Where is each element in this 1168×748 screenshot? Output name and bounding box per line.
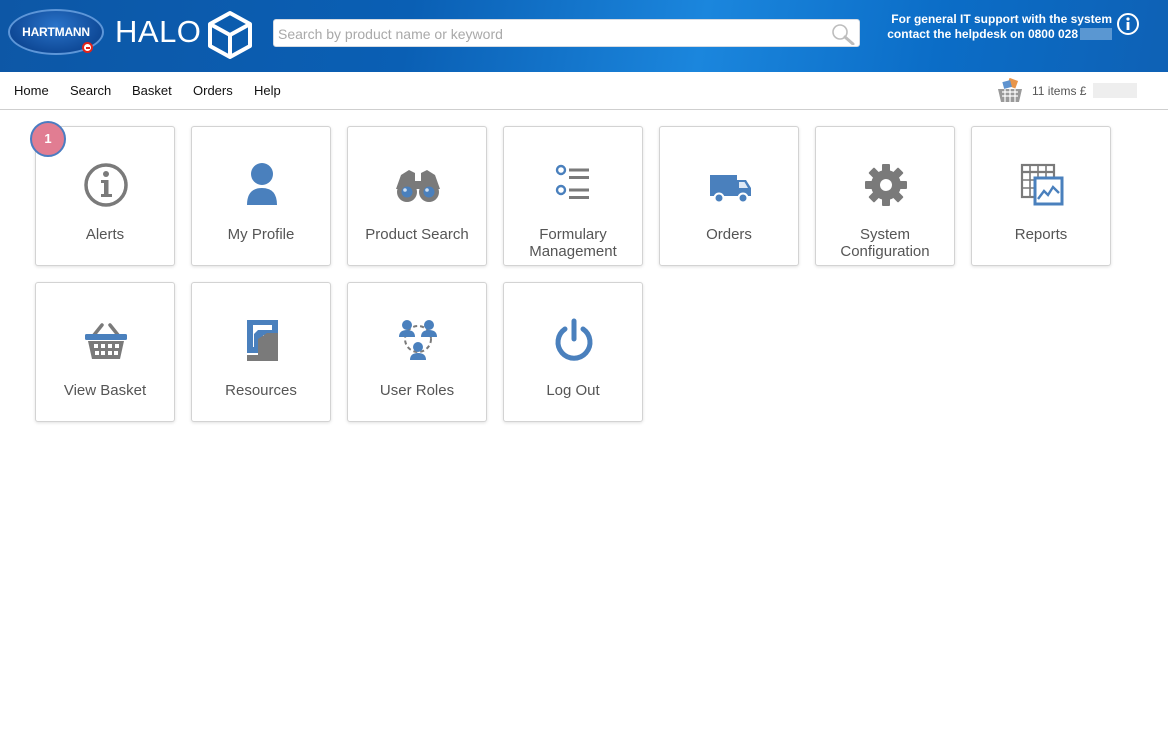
nav-basket[interactable]: Basket (132, 83, 172, 98)
redacted-phone (1080, 28, 1112, 40)
nav-home[interactable]: Home (14, 83, 49, 98)
tile-label-reports: Reports (1014, 226, 1068, 243)
user-roles-icon (399, 320, 437, 360)
info-circle-icon (84, 163, 128, 207)
tile-label-formulary-line2: Management (529, 243, 617, 260)
basket-icon (998, 78, 1022, 102)
tile-label-user-roles: User Roles (379, 382, 455, 399)
alerts-count-badge: 1 (30, 121, 66, 157)
redacted-basket-total (1093, 83, 1137, 98)
gear-icon (865, 164, 907, 206)
logo-cross-icon (82, 42, 93, 53)
tile-orders[interactable]: Orders (659, 126, 799, 266)
app-header: HARTMANN HALO For general IT support wit… (0, 0, 1168, 72)
search-input[interactable] (278, 24, 818, 44)
support-line-1: For general IT support with the system (891, 12, 1112, 26)
tile-label-alerts: Alerts (85, 226, 125, 243)
resources-book-icon (247, 320, 278, 361)
basket-icon (85, 323, 127, 359)
tile-product-search[interactable]: Product Search (347, 126, 487, 266)
support-phone: contact the helpdesk on 0800 028 (887, 27, 1078, 41)
tile-resources[interactable]: Resources (191, 282, 331, 422)
search-icon[interactable] (831, 23, 855, 45)
support-info: For general IT support with the system c… (868, 12, 1112, 42)
halo-cube-icon (208, 11, 252, 59)
tile-formulary-management[interactable]: Formulary Management (503, 126, 643, 266)
power-icon (555, 318, 593, 361)
tile-label-orders: Orders (706, 226, 752, 243)
tile-label-system-line2: Configuration (840, 243, 930, 260)
tile-label-log-out: Log Out (546, 382, 600, 399)
tile-user-roles[interactable]: User Roles (347, 282, 487, 422)
list-icon (555, 164, 589, 199)
tile-label-resources: Resources (225, 382, 297, 399)
tile-label-view-basket: View Basket (63, 382, 147, 399)
hartmann-logo[interactable]: HARTMANN (8, 9, 104, 55)
logo-text: HARTMANN (22, 25, 90, 39)
tile-label-my-profile: My Profile (227, 226, 295, 243)
tile-my-profile[interactable]: My Profile (191, 126, 331, 266)
binoculars-icon (396, 170, 440, 202)
nav-help[interactable]: Help (254, 83, 281, 98)
tile-label-formulary-line1: Formulary (539, 226, 607, 243)
basket-count: 11 items £ (1032, 84, 1087, 98)
search-box (273, 19, 860, 47)
tile-log-out[interactable]: Log Out (503, 282, 643, 422)
tile-label-formulary-management: Formulary Management (504, 226, 642, 260)
tile-view-basket[interactable]: View Basket (35, 282, 175, 422)
delivery-van-icon (710, 175, 751, 204)
support-line-2: contact the helpdesk on 0800 028 (868, 27, 1112, 42)
user-profile-icon (247, 163, 277, 205)
top-nav: Home Search Basket Orders Help 11 items … (0, 72, 1168, 110)
tile-label-system-configuration: System Configuration (816, 226, 954, 260)
reports-chart-icon (1020, 163, 1064, 206)
tile-label-product-search: Product Search (365, 226, 469, 243)
tile-system-configuration[interactable]: System Configuration (815, 126, 955, 266)
tile-label-system-line1: System (859, 226, 910, 243)
app-title[interactable]: HALO (115, 14, 201, 50)
nav-search[interactable]: Search (70, 83, 111, 98)
info-icon[interactable] (1116, 12, 1140, 36)
tile-reports[interactable]: Reports (971, 126, 1111, 266)
nav-orders[interactable]: Orders (193, 83, 233, 98)
